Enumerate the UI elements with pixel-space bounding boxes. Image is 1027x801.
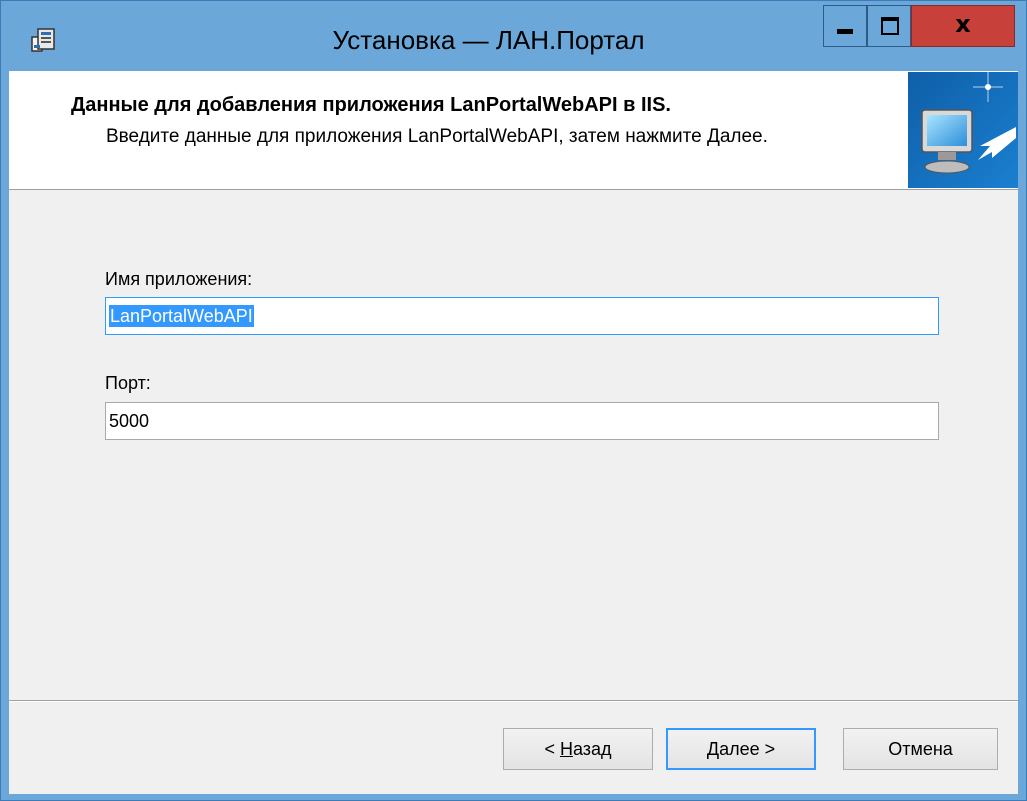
- port-field[interactable]: 5000: [105, 402, 939, 440]
- minimize-button[interactable]: [823, 5, 867, 47]
- minimize-icon: [837, 29, 853, 34]
- app-name-field[interactable]: LanPortalWebAPI: [105, 297, 939, 335]
- app-name-label: Имя приложения:: [105, 269, 253, 289]
- maximize-button[interactable]: [867, 5, 911, 47]
- next-button-label: алее >: [719, 739, 776, 759]
- installer-window: Установка — ЛАН.Портал x Данные для доба…: [0, 0, 1027, 801]
- computer-install-icon: [908, 72, 1018, 188]
- header-title: Данные для добавления приложения LanPort…: [71, 94, 671, 116]
- back-button-label: азад: [572, 739, 612, 759]
- dialog-client-area: Данные для добавления приложения LanPort…: [9, 71, 1018, 794]
- dialog-header: Данные для добавления приложения LanPort…: [9, 71, 1018, 190]
- next-button-hotkey: Д: [706, 739, 720, 759]
- next-button[interactable]: Далее >: [666, 728, 816, 770]
- port-label: Порт:: [105, 373, 151, 393]
- back-button[interactable]: < Назад: [503, 728, 653, 770]
- maximize-icon: [881, 17, 899, 35]
- close-button[interactable]: x: [911, 5, 1015, 47]
- cancel-button[interactable]: Отмена: [843, 728, 998, 770]
- footer-divider: [9, 700, 1018, 702]
- app-name-value: LanPortalWebAPI: [109, 305, 254, 327]
- port-value: 5000: [109, 411, 150, 431]
- close-icon: x: [955, 10, 971, 38]
- header-subtitle: Введите данные для приложения LanPortalW…: [106, 126, 768, 147]
- back-button-prefix: <: [544, 739, 560, 759]
- title-bar[interactable]: Установка — ЛАН.Портал x: [1, 1, 1026, 71]
- back-button-hotkey: Н: [559, 739, 573, 759]
